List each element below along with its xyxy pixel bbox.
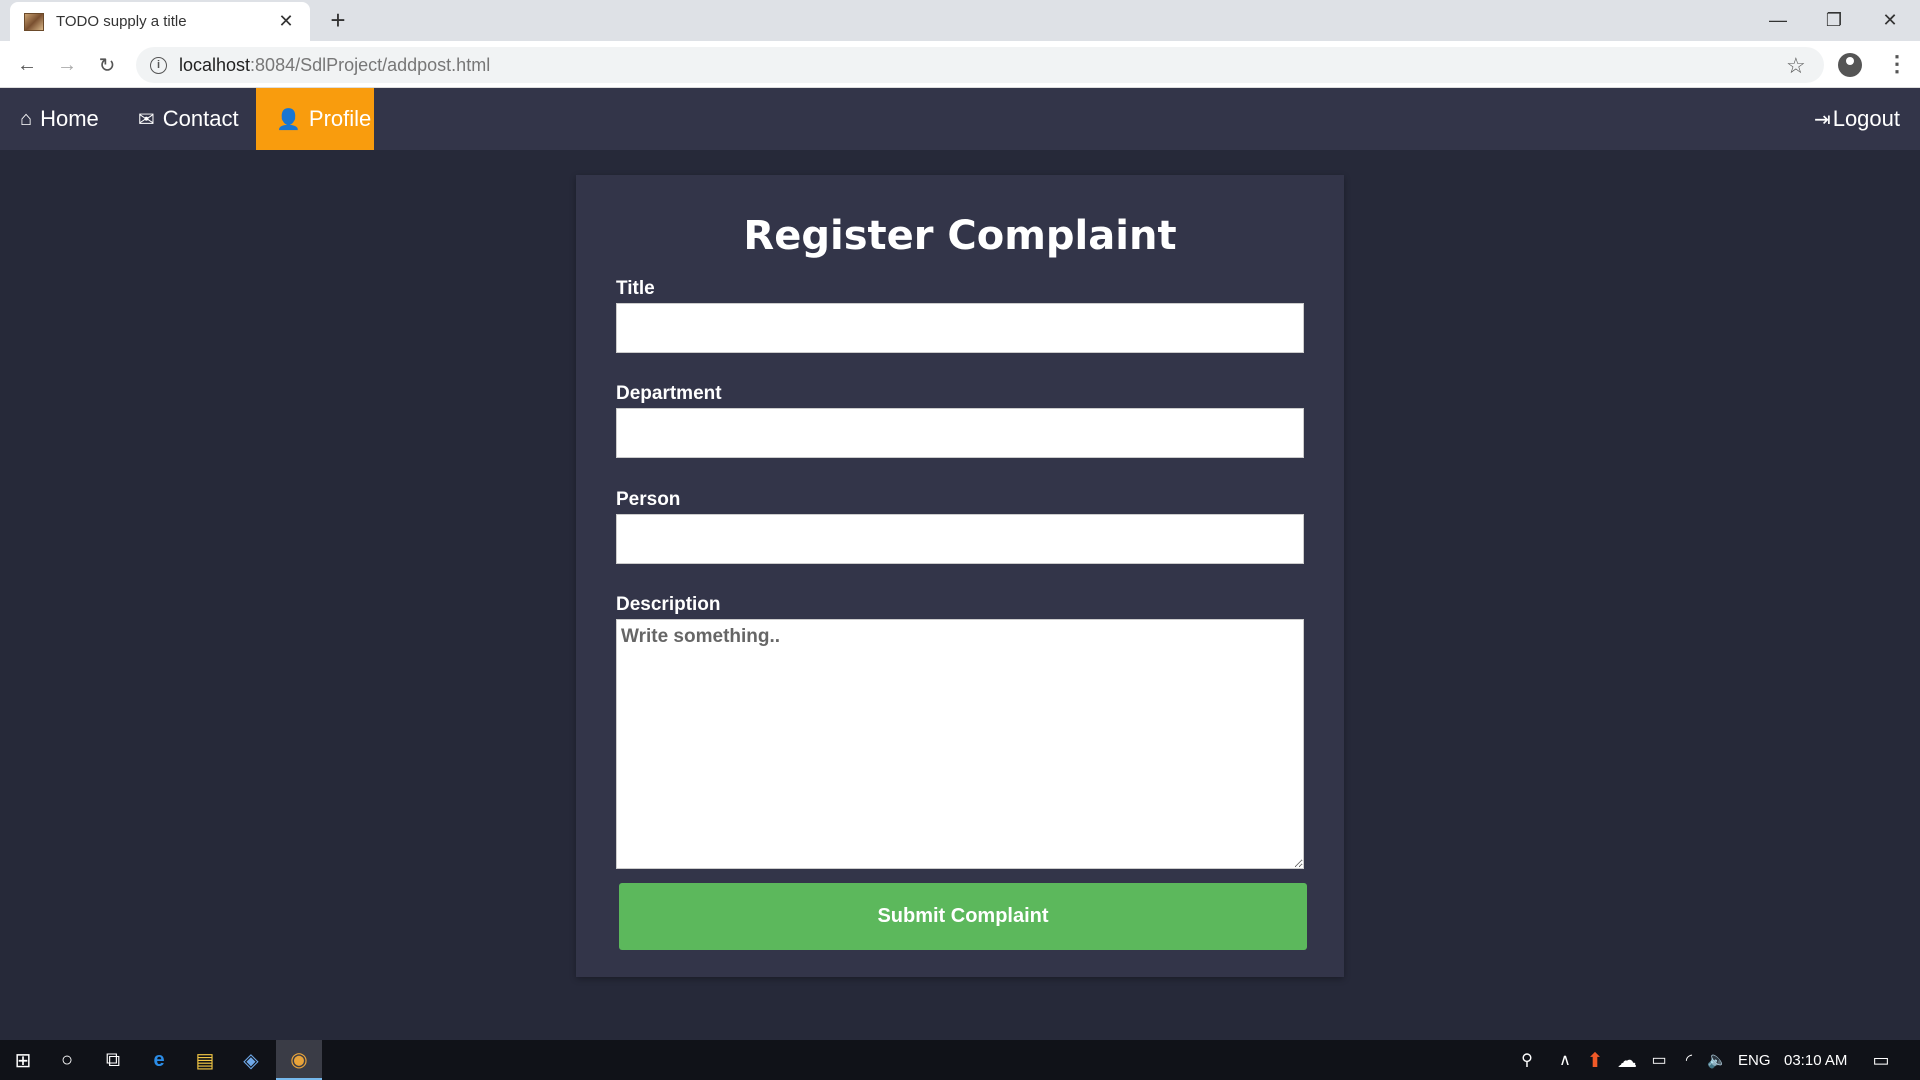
minimize-icon[interactable]: — [1750, 0, 1806, 41]
nav-home-label: Home [40, 106, 99, 131]
edge-browser-icon[interactable]: e [136, 1040, 182, 1080]
nav-logout-label: Logout [1832, 106, 1900, 131]
action-center-icon[interactable]: ▭ [1858, 1040, 1904, 1080]
volume-icon[interactable]: 🔈 [1694, 1040, 1740, 1080]
nav-logout[interactable]: ⇥ Logout [1794, 88, 1920, 150]
browser-menu-icon[interactable]: ⋮ [1886, 51, 1908, 77]
back-arrow-icon[interactable]: ← [12, 50, 42, 80]
profile-avatar-icon[interactable] [1838, 53, 1862, 77]
url-host: localhost [179, 54, 251, 75]
chrome-icon[interactable]: ◉ [276, 1040, 322, 1080]
forward-arrow-icon[interactable]: → [52, 50, 82, 80]
site-info-icon[interactable]: i [150, 56, 167, 74]
tab-title: TODO supply a title [56, 13, 187, 30]
virtualbox-icon[interactable]: ◈ [228, 1040, 274, 1080]
nav-profile-label: Profile [308, 106, 372, 131]
form-title: Register Complaint [743, 213, 1177, 259]
person-input[interactable] [616, 514, 1304, 564]
title-input[interactable] [616, 303, 1304, 353]
reload-icon[interactable]: ↻ [92, 50, 122, 80]
user-icon: 👤 [276, 108, 301, 131]
new-tab-icon[interactable]: + [324, 6, 352, 34]
department-label: Department [616, 383, 722, 404]
site-navbar: ⌂ Home ✉ Contact 👤 Profile ⇥ Logout [0, 88, 1920, 150]
windows-taskbar: ⊞ ○ ⧉ e ▤ ◈ ◉ ⚲ ∧ ⬆ ☁ ▭ ◜ 🔈 ENG 03:10 AM… [0, 1040, 1920, 1080]
browser-toolbar: ← → ↻ i localhost:8084/SdlProject/addpos… [0, 41, 1920, 88]
nav-contact[interactable]: ✉ Contact [118, 88, 259, 150]
person-label: Person [616, 489, 681, 510]
complaint-form-card: Register Complaint Title Department Pers… [576, 175, 1344, 977]
envelope-icon: ✉ [138, 108, 155, 131]
input-language[interactable]: ENG [1738, 1040, 1771, 1080]
bookmark-star-icon[interactable]: ☆ [1786, 53, 1806, 79]
description-label: Description [616, 594, 721, 615]
tab-close-icon[interactable]: ✕ [276, 11, 296, 32]
browser-tab[interactable]: TODO supply a title ✕ [10, 2, 310, 41]
nav-profile[interactable]: 👤 Profile [256, 88, 374, 150]
description-textarea[interactable] [616, 619, 1304, 869]
sign-out-icon: ⇥ [1813, 108, 1831, 131]
browser-tab-bar: TODO supply a title ✕ + — ❐ ✕ [0, 0, 1920, 41]
title-label: Title [616, 278, 655, 299]
home-icon: ⌂ [20, 107, 33, 130]
nav-contact-label: Contact [162, 106, 239, 131]
cortana-search-icon[interactable]: ○ [44, 1040, 90, 1080]
address-bar[interactable]: i localhost:8084/SdlProject/addpost.html [136, 47, 1824, 83]
clock-time[interactable]: 03:10 AM [1784, 1040, 1847, 1080]
restore-icon[interactable]: ❐ [1806, 0, 1862, 41]
department-input[interactable] [616, 408, 1304, 458]
file-explorer-icon[interactable]: ▤ [182, 1040, 228, 1080]
window-close-icon[interactable]: ✕ [1862, 0, 1918, 41]
windows-start-icon[interactable]: ⊞ [0, 1040, 46, 1080]
task-view-icon[interactable]: ⧉ [90, 1040, 136, 1080]
tab-favicon-icon [24, 12, 44, 31]
nav-home[interactable]: ⌂ Home [0, 88, 119, 150]
submit-complaint-button[interactable]: Submit Complaint [619, 883, 1307, 950]
url-path: :8084/SdlProject/addpost.html [250, 54, 491, 75]
